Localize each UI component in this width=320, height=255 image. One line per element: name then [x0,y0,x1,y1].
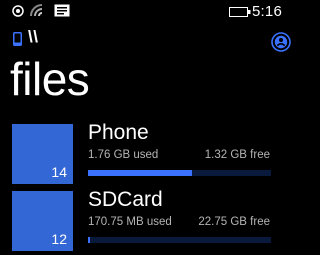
free-space: 22.75 GB free [198,216,270,228]
item-count: 12 [51,231,67,247]
storage-item-sdcard[interactable]: 12 SDCard 170.75 MB used 22.75 GB free [0,188,300,251]
wifi-icon [30,4,46,23]
clock: 5:16 [252,3,282,20]
battery-icon [229,4,251,22]
status-bar: 5:16 [0,0,300,26]
item-count: 14 [51,164,67,180]
usage-bar-fill [88,237,90,243]
drive-name: Phone [88,121,149,144]
signal-icon [12,4,24,23]
storage-tile[interactable]: 14 [12,124,73,184]
storage-item-phone[interactable]: 14 Phone 1.76 GB used 1.32 GB free [0,121,300,184]
breadcrumb[interactable]: \\ [28,27,38,47]
usage-bar-fill [88,170,193,176]
used-space: 1.76 GB used [88,149,159,161]
used-space: 170.75 MB used [88,216,172,228]
page-title: files [10,53,90,105]
free-space: 1.32 GB free [204,149,270,161]
phone-icon [13,32,22,51]
account-button[interactable] [271,32,291,52]
drive-name: SDCard [88,188,163,211]
storage-tile[interactable]: 12 [12,191,73,251]
usage-bar [88,170,271,176]
message-icon [54,4,70,22]
usage-bar [88,237,271,243]
account-icon [271,32,291,52]
